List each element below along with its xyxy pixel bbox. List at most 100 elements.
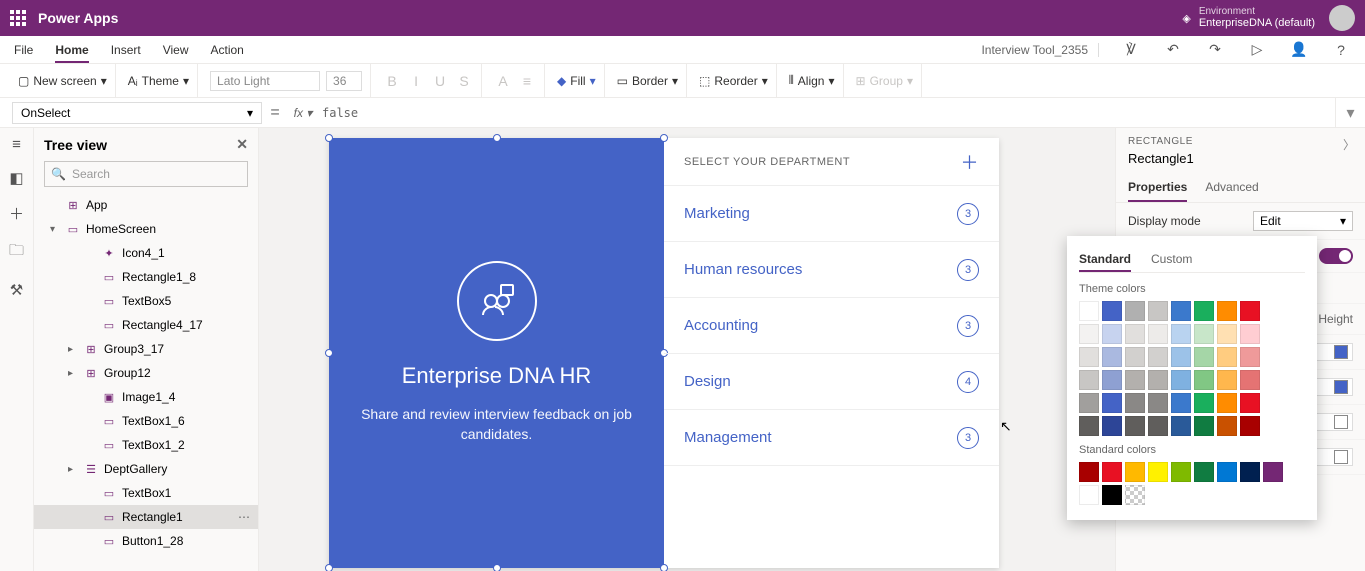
color-swatch[interactable] bbox=[1240, 324, 1260, 344]
color-swatch[interactable] bbox=[1125, 462, 1145, 482]
color-swatch[interactable] bbox=[1240, 416, 1260, 436]
color-swatch[interactable] bbox=[1125, 324, 1145, 344]
color-swatch[interactable] bbox=[1171, 416, 1191, 436]
color-swatch[interactable] bbox=[1217, 347, 1237, 367]
menu-action[interactable]: Action bbox=[211, 43, 244, 57]
menu-file[interactable]: File bbox=[14, 43, 33, 57]
tab-properties[interactable]: Properties bbox=[1128, 174, 1187, 202]
visible-toggle[interactable] bbox=[1319, 248, 1353, 264]
underline-icon[interactable]: U bbox=[431, 73, 449, 89]
formula-input[interactable]: false bbox=[318, 102, 1335, 124]
color-swatch[interactable] bbox=[1079, 301, 1099, 321]
department-row[interactable]: Marketing3 bbox=[664, 186, 999, 242]
tree-item[interactable]: ▸⊞Group12 bbox=[34, 361, 258, 385]
color-swatch[interactable] bbox=[1194, 370, 1214, 390]
tree-item[interactable]: ▭TextBox1_2 bbox=[34, 433, 258, 457]
avatar[interactable] bbox=[1329, 5, 1355, 31]
color-swatch[interactable] bbox=[1102, 347, 1122, 367]
menu-insert[interactable]: Insert bbox=[111, 43, 141, 57]
color-swatch[interactable] bbox=[1079, 324, 1099, 344]
share-icon[interactable]: 👤 bbox=[1289, 41, 1309, 58]
tree-item[interactable]: ▭Rectangle4_17 bbox=[34, 313, 258, 337]
color-swatch[interactable] bbox=[1148, 416, 1168, 436]
align-icon[interactable]: ≡ bbox=[518, 73, 536, 89]
border-button[interactable]: ▭ Border ▾ bbox=[617, 74, 678, 88]
hamburger-icon[interactable]: ≡ bbox=[12, 136, 21, 153]
tree-item[interactable]: ▭TextBox5 bbox=[34, 289, 258, 313]
fontsize-input[interactable]: 36 bbox=[326, 71, 362, 91]
color-swatch[interactable] bbox=[1125, 301, 1145, 321]
tree-item[interactable]: ▭Rectangle1⋯ bbox=[34, 505, 258, 529]
tree-item[interactable]: ▾▭HomeScreen bbox=[34, 217, 258, 241]
color-swatch[interactable] bbox=[1194, 462, 1214, 482]
app-checker-icon[interactable]: ℣ bbox=[1121, 41, 1141, 58]
formula-expand-icon[interactable]: ▾ bbox=[1335, 98, 1365, 127]
color-swatch[interactable] bbox=[1102, 393, 1122, 413]
color-swatch[interactable] bbox=[1240, 393, 1260, 413]
property-select[interactable]: OnSelect▾ bbox=[12, 102, 262, 124]
color-swatch[interactable] bbox=[1102, 416, 1122, 436]
color-swatch[interactable] bbox=[1263, 462, 1283, 482]
align-menu-button[interactable]: ⫴ Align ▾ bbox=[789, 73, 835, 88]
color-swatch[interactable] bbox=[1194, 393, 1214, 413]
color-swatch[interactable] bbox=[1194, 416, 1214, 436]
menu-view[interactable]: View bbox=[163, 43, 189, 57]
department-row[interactable]: Management3 bbox=[664, 410, 999, 466]
app-canvas[interactable]: Enterprise DNA HR Share and review inter… bbox=[329, 138, 999, 568]
font-select[interactable]: Lato Light bbox=[210, 71, 320, 91]
color-swatch[interactable] bbox=[1102, 324, 1122, 344]
color-swatch[interactable] bbox=[1125, 416, 1145, 436]
color-swatch[interactable] bbox=[1079, 347, 1099, 367]
play-icon[interactable]: ▷ bbox=[1247, 41, 1267, 58]
color-swatch[interactable] bbox=[1240, 462, 1260, 482]
color-swatch[interactable] bbox=[1240, 301, 1260, 321]
canvas-area[interactable]: Enterprise DNA HR Share and review inter… bbox=[259, 128, 1115, 571]
color-swatch[interactable] bbox=[1194, 347, 1214, 367]
environment-block[interactable]: ◈ Environment EnterpriseDNA (default) bbox=[1182, 6, 1315, 29]
color-swatch[interactable] bbox=[1171, 462, 1191, 482]
cp-tab-custom[interactable]: Custom bbox=[1151, 248, 1192, 272]
color-swatch[interactable] bbox=[1079, 416, 1099, 436]
color-swatch[interactable] bbox=[1148, 301, 1168, 321]
color-swatch[interactable] bbox=[1148, 324, 1168, 344]
tree-close-icon[interactable]: ✕ bbox=[236, 136, 248, 153]
theme-button[interactable]: Aᵢ Theme ▾ bbox=[128, 74, 189, 88]
color-swatch[interactable] bbox=[1102, 301, 1122, 321]
department-row[interactable]: Human resources3 bbox=[664, 242, 999, 298]
color-swatch[interactable] bbox=[1125, 370, 1145, 390]
color-swatch[interactable] bbox=[1148, 347, 1168, 367]
color-swatch[interactable] bbox=[1217, 301, 1237, 321]
color-swatch[interactable] bbox=[1148, 370, 1168, 390]
bold-icon[interactable]: B bbox=[383, 73, 401, 89]
prop-expand-icon[interactable]: 〉 bbox=[1343, 136, 1355, 153]
redo-icon[interactable]: ↷ bbox=[1205, 41, 1225, 58]
color-swatch[interactable] bbox=[1240, 347, 1260, 367]
color-swatch[interactable] bbox=[1171, 301, 1191, 321]
menu-home[interactable]: Home bbox=[55, 43, 88, 63]
color-swatch[interactable] bbox=[1102, 485, 1122, 505]
fill-button[interactable]: ◆ Fill ▾ bbox=[557, 74, 596, 88]
tree-item[interactable]: ▭TextBox1 bbox=[34, 481, 258, 505]
fx-icon[interactable]: fx ▾ bbox=[288, 106, 318, 120]
color-swatch[interactable] bbox=[1217, 393, 1237, 413]
fontcolor-icon[interactable]: A bbox=[494, 73, 512, 89]
color-swatch[interactable] bbox=[1125, 485, 1145, 505]
hero-panel[interactable]: Enterprise DNA HR Share and review inter… bbox=[329, 138, 664, 568]
tree-item[interactable]: ▭Button1_28 bbox=[34, 529, 258, 553]
color-swatch[interactable] bbox=[1217, 416, 1237, 436]
color-swatch[interactable] bbox=[1171, 324, 1191, 344]
new-screen-button[interactable]: ▢ New screen ▾ bbox=[18, 74, 107, 88]
color-swatch[interactable] bbox=[1125, 347, 1145, 367]
strike-icon[interactable]: S bbox=[455, 73, 473, 89]
department-row[interactable]: Accounting3 bbox=[664, 298, 999, 354]
waffle-icon[interactable] bbox=[10, 10, 26, 26]
color-swatch[interactable] bbox=[1171, 347, 1191, 367]
data-icon[interactable]: 🗀 bbox=[9, 240, 24, 265]
color-swatch[interactable] bbox=[1217, 462, 1237, 482]
tree-item[interactable]: ✦Icon4_1 bbox=[34, 241, 258, 265]
media-icon[interactable]: ⚒ bbox=[10, 281, 23, 299]
color-swatch[interactable] bbox=[1079, 370, 1099, 390]
color-swatch[interactable] bbox=[1194, 324, 1214, 344]
color-swatch[interactable] bbox=[1102, 462, 1122, 482]
color-swatch[interactable] bbox=[1171, 370, 1191, 390]
